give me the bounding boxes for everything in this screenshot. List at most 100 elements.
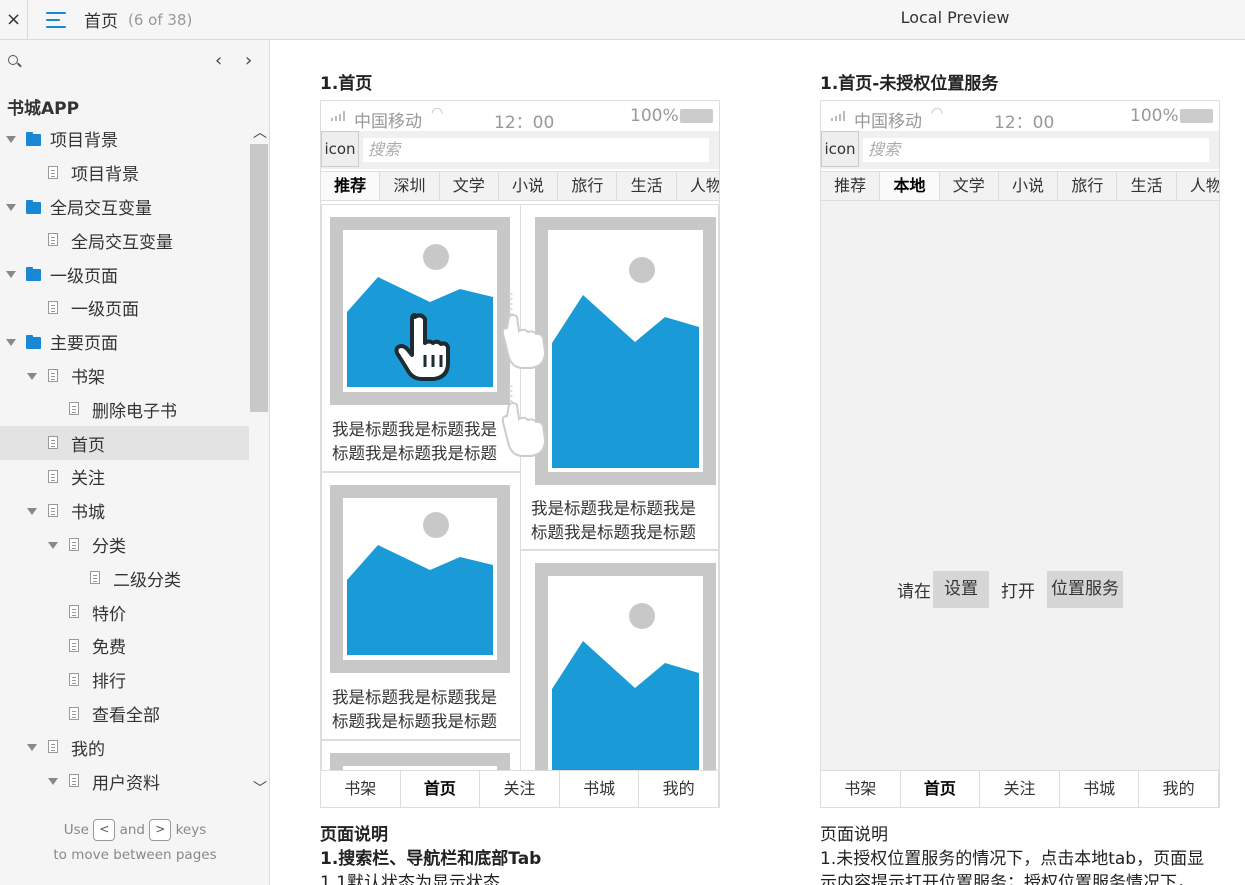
image-placeholder-icon (347, 512, 493, 655)
tab-item[interactable]: 旅行 (1058, 172, 1118, 200)
sidebar-scrollbar[interactable]: ︿ ﹀ (249, 122, 269, 802)
expand-caret-icon[interactable] (27, 744, 37, 752)
tab-item[interactable]: 推荐 (321, 172, 381, 200)
expand-caret-icon[interactable] (6, 271, 16, 279)
expand-caret-icon[interactable] (27, 372, 37, 380)
tab-item[interactable]: 文学 (440, 172, 499, 200)
sidebar-item[interactable]: 主要页面 (0, 325, 249, 359)
sidebar-item-label: 分类 (92, 536, 126, 557)
bottom-tab-item[interactable]: 书城 (560, 771, 640, 807)
sidebar-item-label: 一级页面 (50, 266, 118, 287)
tab-item[interactable]: 生活 (617, 172, 677, 200)
search-icon[interactable] (8, 55, 18, 65)
description-heading: 页面说明 (820, 825, 888, 845)
sidebar-item[interactable]: 书城 (0, 494, 249, 528)
expand-caret-icon[interactable] (6, 136, 16, 143)
bottom-tab-item[interactable]: 关注 (980, 771, 1060, 807)
sidebar-item-label: 首页 (71, 435, 105, 456)
tab-item[interactable]: 深圳 (380, 172, 440, 200)
sidebar: ‹ › 书城APP 项目背景 项目背景 全局交互变量 全局交互变量 一级页面 一级页面 主要… (0, 40, 270, 885)
sidebar-item[interactable]: 一级页面 (0, 291, 249, 325)
image-placeholder (535, 217, 716, 485)
bottom-tab-item[interactable]: 书架 (821, 771, 901, 807)
chevron-left-icon[interactable]: ‹ (215, 50, 222, 71)
sidebar-item-label: 删除电子书 (92, 401, 177, 422)
sidebar-item[interactable]: 分类 (0, 528, 249, 562)
bottom-tab-item[interactable]: 首页 (401, 771, 481, 807)
logo-icon[interactable]: icon (321, 131, 359, 167)
swipe-down-hand-icon (501, 385, 547, 457)
page-description-right: 页面说明 1.未授权位置服务的情况下，点击本地tab，页面显 示内容提示打开位置… (820, 823, 1204, 885)
page-icon (69, 774, 79, 788)
tab-item[interactable]: 本地 (880, 172, 940, 200)
book-title: 我是标题我是标题我是 标题我是标题我是标题 (332, 688, 497, 731)
page-icon (48, 469, 58, 483)
tab-item[interactable]: 人物 (1177, 172, 1219, 200)
sidebar-item[interactable]: 我的 (0, 730, 249, 764)
sidebar-item[interactable]: 首页 (0, 426, 249, 460)
description-heading: 页面说明 (320, 825, 388, 845)
preview-canvas: 1.首页 中国移动 ◠ 12：00 100% icon 搜索 推荐 深圳 文学 小说旅… (271, 40, 1245, 885)
tab-item[interactable]: 小说 (499, 172, 559, 200)
next-key: > (149, 819, 172, 841)
search-input[interactable]: 搜索 (363, 138, 709, 162)
sidebar-item[interactable]: 特价 (0, 595, 249, 629)
sidebar-item[interactable]: 二级分类 (0, 561, 249, 595)
sidebar-item[interactable]: 查看全部 (0, 697, 249, 731)
battery-icon (680, 109, 713, 123)
tab-item[interactable]: 人物 (677, 172, 719, 200)
sidebar-item-label: 免费 (92, 638, 126, 659)
bottom-tab-item[interactable]: 首页 (901, 771, 981, 807)
menu-icon[interactable] (46, 11, 68, 29)
bottom-tab-bar: 书架 首页 关注 书城 我的 (321, 770, 719, 807)
status-bar: 中国移动 ◠ 12：00 100% (321, 101, 719, 133)
sidebar-item[interactable]: 项目背景 (0, 156, 249, 190)
tab-item[interactable]: 推荐 (821, 172, 881, 200)
bottom-tab-item[interactable]: 我的 (1139, 771, 1219, 807)
book-card[interactable]: 我是标题我是标题我是 标题我是标题我是标题 (321, 472, 521, 740)
bottom-tab-item[interactable]: 关注 (480, 771, 560, 807)
tab-item[interactable]: 小说 (999, 172, 1059, 200)
chevron-right-icon[interactable]: › (245, 50, 252, 71)
search-bar: icon 搜索 (321, 131, 719, 169)
tap-hand-icon (394, 313, 450, 381)
sidebar-item-label: 查看全部 (92, 705, 160, 726)
sidebar-item[interactable]: 全局交互变量 (0, 223, 249, 257)
bottom-tab-item[interactable]: 书架 (321, 771, 401, 807)
folder-icon (26, 199, 41, 214)
sidebar-item-label: 全局交互变量 (50, 198, 152, 219)
prev-key: < (93, 819, 116, 841)
top-bar: × 首页 (6 of 38) Local Preview (0, 0, 1245, 40)
tab-item[interactable]: 旅行 (558, 172, 618, 200)
expand-caret-icon[interactable] (6, 338, 16, 346)
search-input[interactable]: 搜索 (863, 138, 1209, 162)
close-icon[interactable]: × (0, 0, 28, 39)
scroll-thumb[interactable] (250, 144, 268, 412)
signal-icon (831, 111, 845, 121)
sidebar-item[interactable]: 排行 (0, 663, 249, 697)
expand-caret-icon[interactable] (6, 203, 16, 211)
scroll-up-icon[interactable]: ︿ (253, 122, 267, 142)
bottom-tab-item[interactable]: 书城 (1060, 771, 1140, 807)
prompt-text: 打开 (1001, 582, 1035, 602)
logo-icon[interactable]: icon (821, 131, 859, 167)
sidebar-item[interactable]: 项目背景 (0, 122, 249, 156)
tab-item[interactable]: 生活 (1117, 172, 1177, 200)
expand-caret-icon[interactable] (48, 541, 58, 549)
sidebar-item[interactable]: 删除电子书 (0, 392, 249, 426)
expand-caret-icon[interactable] (48, 778, 58, 786)
phone-mock-unauthorized: 中国移动 ◠ 12：00 100% icon 搜索 推荐 本地 文学 小说 旅行 生活 人物… (820, 100, 1220, 808)
sidebar-item[interactable]: 免费 (0, 629, 249, 663)
location-service-button[interactable]: 位置服务 (1047, 571, 1123, 608)
tab-item[interactable]: 文学 (940, 172, 999, 200)
sidebar-item[interactable]: 书架 (0, 359, 249, 393)
sidebar-item[interactable]: 用户资料 (0, 764, 249, 798)
sidebar-item[interactable]: 全局交互变量 (0, 190, 249, 224)
book-card[interactable]: 我是标题我是标题我是 标题我是标题我是标题 (520, 204, 719, 550)
scroll-down-icon[interactable]: ﹀ (253, 778, 267, 798)
sidebar-item[interactable]: 关注 (0, 460, 249, 494)
settings-button[interactable]: 设置 (933, 571, 989, 608)
sidebar-item[interactable]: 一级页面 (0, 257, 249, 291)
bottom-tab-item[interactable]: 我的 (639, 771, 719, 807)
expand-caret-icon[interactable] (27, 507, 37, 515)
